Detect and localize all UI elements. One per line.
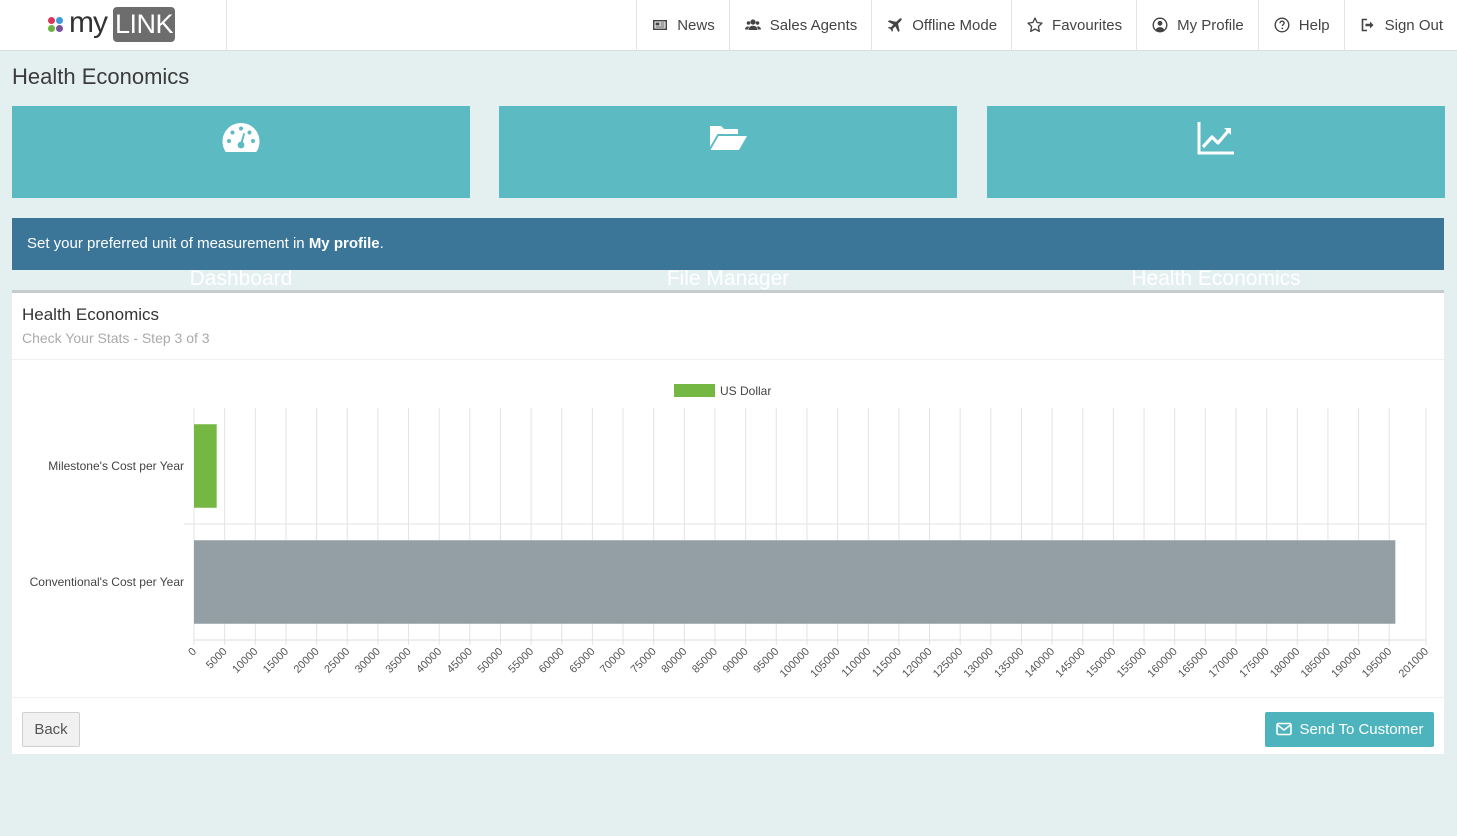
nav-news-label: News [677,16,715,34]
x-tick-label: 160000 [1145,646,1179,680]
nav-sign-out[interactable]: Sign Out [1343,0,1457,50]
x-tick-label: 135000 [992,646,1026,680]
main-nav: News Sales Agents Offline Mode Favourite… [636,0,1457,50]
question-circle-icon [1274,17,1290,33]
nav-news[interactable]: News [636,0,729,50]
top-navbar: my LINK News Sales Agents Offline Mode F… [0,0,1457,51]
alert-text: Set your preferred unit of measurement i… [27,235,309,252]
logo-dot [56,17,63,24]
panel-footer: Back Send To Customer [12,697,1444,754]
category-label: Conventional's Cost per Year [30,575,184,589]
nav-favourites[interactable]: Favourites [1011,0,1136,50]
x-tick-label: 90000 [721,646,751,676]
x-tick-label: 130000 [961,646,995,680]
x-tick-label: 25000 [322,646,352,676]
x-tick-label: 145000 [1053,646,1087,680]
logo-dot [48,17,55,24]
health-economics-panel: Health Economics Check Your Stats - Step… [12,290,1444,754]
x-tick-label: 125000 [931,646,965,680]
x-tick-label: 5000 [204,646,230,672]
logo[interactable]: my LINK [0,0,227,50]
logo-dot [56,25,63,32]
plane-icon [888,18,902,32]
x-tick-label: 180000 [1268,646,1302,680]
logo-dot [48,25,55,32]
folder-open-icon [710,126,747,150]
x-tick-label: 195000 [1360,646,1394,680]
x-tick-label: 120000 [900,646,934,680]
x-tick-label: 190000 [1329,646,1363,680]
x-tick-label: 80000 [659,646,689,676]
nav-sales-agents-label: Sales Agents [769,16,858,34]
sign-out-icon [1361,18,1374,32]
users-icon [744,19,761,30]
tile-file-manager[interactable]: File Manager [499,106,957,290]
x-tick-label: 45000 [445,646,475,676]
logo-text-my: my [69,6,108,39]
nav-sign-out-label: Sign Out [1384,16,1443,34]
x-tick-label: 20000 [292,646,322,676]
x-tick-label: 170000 [1207,646,1241,680]
bar [194,540,1396,624]
envelope-icon [1275,722,1292,736]
x-tick-label: 201000 [1397,646,1431,680]
logo-text-link: LINK [113,7,175,42]
x-tick-label: 105000 [808,646,842,680]
tile-dashboard-label: Dashboard [189,267,293,290]
x-tick-label: 175000 [1237,646,1271,680]
x-tick-label: 55000 [506,646,536,676]
nav-my-profile-label: My Profile [1177,16,1244,34]
back-button[interactable]: Back [22,712,80,747]
x-tick-label: 155000 [1115,646,1149,680]
user-circle-icon [1152,17,1168,33]
x-tick-label: 75000 [629,646,659,676]
x-tick-label: 35000 [384,646,414,676]
bar [194,424,217,508]
send-to-customer-label: Send To Customer [1299,721,1424,738]
my-profile-link[interactable]: My profile [309,235,380,252]
x-tick-label: 185000 [1299,646,1333,680]
nav-help[interactable]: Help [1257,0,1344,50]
x-tick-label: 70000 [598,646,628,676]
newspaper-icon [653,20,668,30]
x-tick-label: 10000 [230,646,260,676]
tile-health-economics[interactable]: Health Economics [987,106,1445,290]
nav-sales-agents[interactable]: Sales Agents [728,0,872,50]
alert-text-end: . [379,235,384,252]
x-tick-label: 100000 [778,646,812,680]
tile-health-economics-label: Health Economics [1131,267,1301,290]
x-tick-label: 0 [186,646,199,659]
nav-my-profile[interactable]: My Profile [1136,0,1258,50]
send-to-customer-button[interactable]: Send To Customer [1265,712,1434,747]
x-tick-label: 30000 [353,646,383,676]
legend-label: US Dollar [720,384,771,398]
x-tick-label: 115000 [870,646,904,680]
star-icon [1027,17,1043,33]
line-chart-icon [1197,122,1234,155]
nav-offline-mode[interactable]: Offline Mode [871,0,1011,50]
page-title: Health Economics [12,64,190,89]
x-tick-label: 110000 [839,646,873,680]
x-tick-label: 85000 [690,646,720,676]
nav-offline-mode-label: Offline Mode [912,16,998,34]
category-label: Milestone's Cost per Year [48,459,184,473]
dashboard-gauge-icon [222,123,260,152]
x-tick-label: 165000 [1176,646,1210,680]
x-tick-label: 40000 [414,646,444,676]
x-tick-label: 15000 [261,646,291,676]
logo-dots-icon [48,17,68,35]
nav-favourites-label: Favourites [1052,16,1123,34]
tile-dashboard[interactable]: Dashboard [12,106,470,290]
x-tick-label: 65000 [567,646,597,676]
tile-file-manager-label: File Manager [666,267,790,290]
x-tick-label: 150000 [1084,646,1118,680]
info-alert: Set your preferred unit of measurement i… [12,218,1444,270]
x-tick-label: 60000 [537,646,567,676]
nav-help-label: Help [1298,16,1330,34]
x-tick-label: 50000 [475,646,505,676]
legend-swatch [674,384,715,397]
x-tick-label: 140000 [1023,646,1057,680]
cost-comparison-chart: Milestone's Cost per Year Conventional's … [30,384,1431,680]
